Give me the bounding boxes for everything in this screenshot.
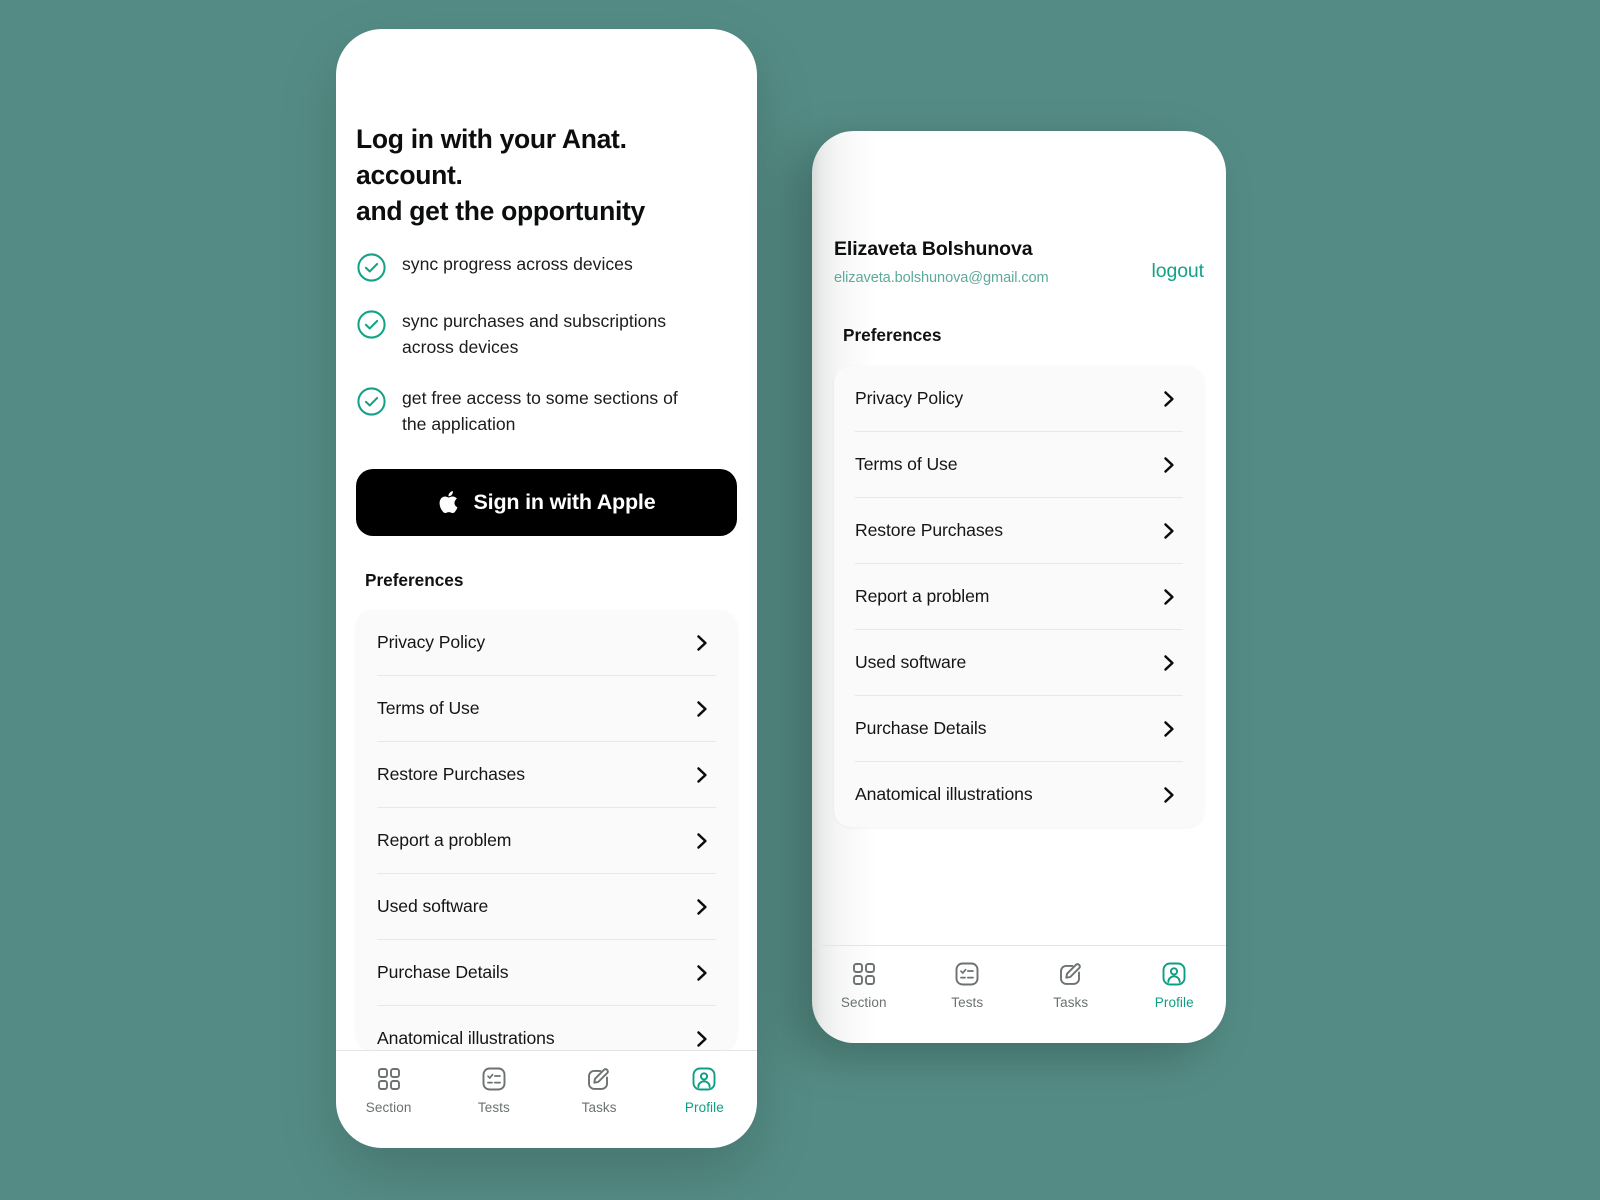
menu-item-terms-of-use[interactable]: Terms of Use — [855, 432, 1183, 498]
menu-item-anatomical-illustrations[interactable]: Anatomical illustrations — [855, 762, 1183, 827]
menu-item-used-software[interactable]: Used software — [377, 874, 716, 941]
tab-label: Tests — [477, 1100, 510, 1115]
chevron-right-icon — [692, 699, 712, 719]
person-icon — [1160, 960, 1188, 988]
menu-item-privacy-policy[interactable]: Privacy Policy — [377, 610, 716, 677]
chevron-right-icon — [692, 963, 712, 983]
chevron-right-icon — [692, 831, 712, 851]
tab-profile[interactable]: Profile — [1123, 960, 1227, 1010]
pencil-edit-icon — [1057, 960, 1085, 988]
menu-item-purchase-details[interactable]: Purchase Details — [855, 696, 1183, 762]
checklist-icon — [953, 960, 981, 988]
benefit-item: get free access to some sections of the … — [356, 385, 737, 437]
headline-line-1: Log in with your Anat. account. — [356, 124, 627, 191]
benefit-item: sync purchases and subscriptions across … — [356, 308, 737, 360]
chevron-right-icon — [1159, 653, 1179, 673]
preferences-heading: Preferences — [365, 570, 464, 591]
benefit-label: sync purchases and subscriptions across … — [402, 311, 667, 358]
menu-item-label: Anatomical illustrations — [855, 784, 1033, 804]
grid-squares-icon — [850, 960, 878, 988]
tab-section[interactable]: Section — [812, 960, 916, 1010]
tab-tests[interactable]: Tests — [916, 960, 1020, 1010]
account-header: Elizaveta Bolshunova elizaveta.bolshunov… — [834, 238, 1204, 286]
menu-item-label: Privacy Policy — [377, 632, 486, 653]
tab-label: Tasks — [1053, 995, 1089, 1010]
menu-item-label: Report a problem — [855, 586, 990, 606]
tab-label: Profile — [684, 1100, 724, 1115]
menu-item-report-a-problem[interactable]: Report a problem — [377, 808, 716, 875]
menu-item-used-software[interactable]: Used software — [855, 630, 1183, 696]
check-circle-icon — [356, 252, 387, 283]
tab-tasks[interactable]: Tasks — [1019, 960, 1123, 1010]
tab-label: Section — [840, 995, 887, 1010]
menu-item-restore-purchases[interactable]: Restore Purchases — [855, 498, 1183, 564]
preferences-heading: Preferences — [843, 325, 942, 345]
page-title: Log in with your Anat. account. and get … — [356, 121, 737, 229]
login-phone-mockup: Log in with your Anat. account. and get … — [336, 29, 757, 1148]
chevron-right-icon — [1159, 719, 1179, 739]
chevron-right-icon — [1159, 587, 1179, 607]
menu-item-label: Restore Purchases — [377, 764, 525, 785]
login-screen-content: Log in with your Anat. account. and get … — [336, 29, 757, 1050]
chevron-right-icon — [692, 1029, 712, 1049]
menu-item-label: Anatomical illustrations — [377, 1028, 555, 1049]
check-circle-icon — [356, 309, 387, 340]
chevron-right-icon — [692, 633, 712, 653]
tab-label: Tests — [951, 995, 984, 1010]
sign-in-with-apple-label: Sign in with Apple — [473, 490, 656, 515]
menu-item-label: Terms of Use — [377, 698, 480, 719]
chevron-right-icon — [692, 765, 712, 785]
sign-in-with-apple-button[interactable]: Sign in with Apple — [356, 469, 737, 537]
menu-item-terms-of-use[interactable]: Terms of Use — [377, 676, 716, 743]
menu-item-label: Privacy Policy — [855, 388, 964, 408]
checklist-icon — [480, 1065, 508, 1093]
chevron-right-icon — [692, 897, 712, 917]
tab-label: Section — [365, 1100, 412, 1115]
benefits-list: sync progress across devices sync purcha… — [356, 251, 737, 437]
menu-item-label: Terms of Use — [855, 454, 958, 474]
menu-item-label: Report a problem — [377, 830, 512, 851]
headline-line-2: and get the opportunity — [356, 196, 645, 227]
benefit-label: sync progress across devices — [402, 254, 633, 275]
apple-logo-icon — [438, 489, 461, 516]
tab-label: Profile — [1154, 995, 1194, 1010]
benefit-item: sync progress across devices — [356, 251, 737, 283]
bottom-tab-bar: Section Tests Tasks Profile — [336, 1050, 757, 1148]
account-email: elizaveta.bolshunova@gmail.com — [834, 270, 1049, 286]
menu-item-label: Purchase Details — [377, 962, 509, 983]
tab-profile[interactable]: Profile — [652, 1065, 757, 1115]
logout-button[interactable]: logout — [1151, 260, 1204, 283]
menu-item-label: Used software — [855, 652, 967, 672]
bottom-tab-bar: Section Tests Tasks Profile — [812, 945, 1226, 1043]
preferences-menu-card: Privacy Policy Terms of Use Restore Purc… — [356, 610, 737, 1050]
menu-item-label: Restore Purchases — [855, 520, 1003, 540]
menu-item-label: Used software — [377, 896, 489, 917]
menu-item-privacy-policy[interactable]: Privacy Policy — [855, 366, 1183, 432]
chevron-right-icon — [1159, 521, 1179, 541]
preferences-menu-card: Privacy Policy Terms of Use Restore Purc… — [834, 366, 1204, 827]
tab-tests[interactable]: Tests — [441, 1065, 546, 1115]
menu-item-purchase-details[interactable]: Purchase Details — [377, 940, 716, 1007]
chevron-right-icon — [1159, 785, 1179, 805]
check-circle-icon — [356, 386, 387, 417]
menu-item-report-a-problem[interactable]: Report a problem — [855, 564, 1183, 630]
tab-tasks[interactable]: Tasks — [547, 1065, 652, 1115]
tab-section[interactable]: Section — [336, 1065, 441, 1115]
grid-squares-icon — [375, 1065, 403, 1093]
tab-label: Tasks — [581, 1100, 617, 1115]
menu-item-anatomical-illustrations[interactable]: Anatomical illustrations — [377, 1006, 716, 1050]
profile-screen-content: Elizaveta Bolshunova elizaveta.bolshunov… — [812, 131, 1226, 945]
chevron-right-icon — [1159, 389, 1179, 409]
chevron-right-icon — [1159, 455, 1179, 475]
benefit-label: get free access to some sections of the … — [402, 388, 678, 435]
pencil-edit-icon — [585, 1065, 613, 1093]
menu-item-label: Purchase Details — [855, 718, 987, 738]
account-name: Elizaveta Bolshunova — [834, 238, 1033, 260]
person-icon — [690, 1065, 718, 1093]
menu-item-restore-purchases[interactable]: Restore Purchases — [377, 742, 716, 809]
account-info: Elizaveta Bolshunova elizaveta.bolshunov… — [834, 238, 1049, 286]
profile-phone-mockup: Elizaveta Bolshunova elizaveta.bolshunov… — [812, 131, 1226, 1043]
